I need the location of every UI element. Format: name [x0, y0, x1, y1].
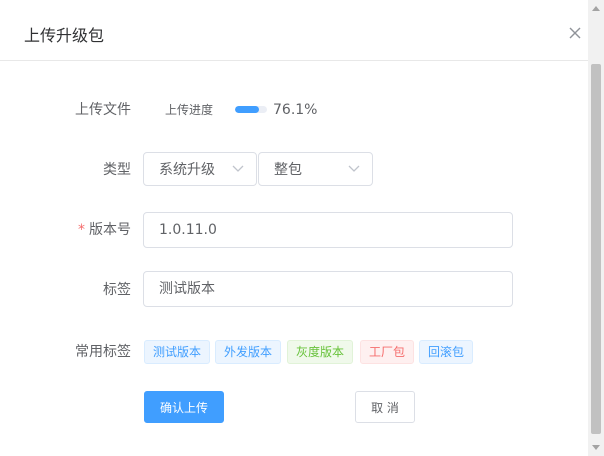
common-tag-external[interactable]: 外发版本 — [215, 340, 282, 364]
dialog-header: 上传升级包 — [0, 0, 588, 61]
version-field[interactable] — [143, 212, 513, 248]
version-input[interactable] — [159, 213, 489, 247]
tag-label: 标签 — [103, 282, 131, 298]
dialog-title: 上传升级包 — [24, 26, 105, 45]
common-tag-test[interactable]: 测试版本 — [144, 340, 211, 364]
tag-input[interactable] — [159, 272, 489, 306]
type-label: 类型 — [103, 162, 131, 178]
common-tag-rollback[interactable]: 回滚包 — [419, 340, 474, 364]
tag-field[interactable] — [143, 271, 513, 307]
common-tags-label: 常用标签 — [75, 344, 131, 360]
chevron-down-icon — [348, 165, 360, 172]
common-tag-factory[interactable]: 工厂包 — [360, 340, 415, 364]
required-mark: * — [78, 222, 85, 238]
upgrade-type-select[interactable]: 系统升级 — [143, 152, 257, 186]
scroll-up-arrow-icon[interactable] — [592, 6, 600, 11]
scrollbar-thumb[interactable] — [591, 64, 601, 434]
chevron-down-icon — [232, 165, 244, 172]
upload-dialog: 上传升级包 上传文件 上传进度 76.1% 类型 系统升级 整包 *版本号 标签 — [0, 0, 588, 456]
package-type-select[interactable]: 整包 — [258, 152, 373, 186]
confirm-upload-button[interactable]: 确认上传 — [144, 391, 224, 423]
upload-progress-label: 上传进度 — [165, 103, 214, 117]
version-label-text: 版本号 — [89, 222, 131, 238]
upload-progress-text: 76.1% — [273, 102, 318, 118]
upload-progress-bar — [235, 106, 267, 113]
close-button[interactable] — [566, 24, 584, 42]
upload-file-label: 上传文件 — [75, 102, 131, 118]
package-type-value: 整包 — [274, 162, 302, 178]
common-tag-gray[interactable]: 灰度版本 — [287, 340, 354, 364]
scrollbar[interactable] — [588, 0, 604, 456]
version-label: * 版本号 — [0, 220, 131, 240]
cancel-button[interactable]: 取 消 — [355, 391, 415, 423]
upload-progress-fill — [235, 106, 260, 113]
scroll-down-arrow-icon[interactable] — [592, 445, 600, 450]
close-icon — [569, 27, 581, 39]
upgrade-type-value: 系统升级 — [159, 162, 215, 178]
